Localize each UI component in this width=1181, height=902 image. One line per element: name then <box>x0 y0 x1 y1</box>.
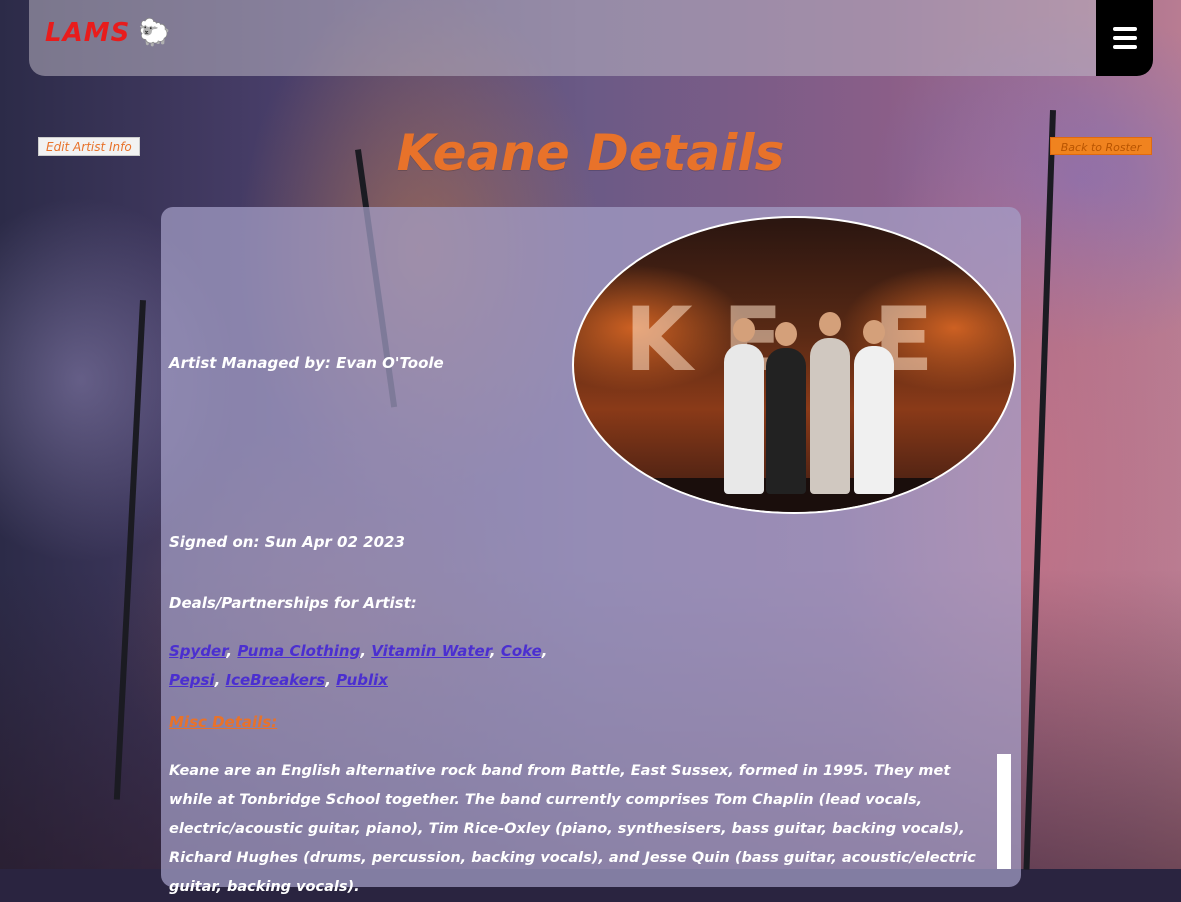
deal-link-coke[interactable]: Coke <box>501 642 542 660</box>
artist-photo: KE E <box>572 216 1016 514</box>
photo-band-member <box>724 318 764 494</box>
hamburger-menu-button[interactable] <box>1096 0 1153 76</box>
bio-scrollbar[interactable] <box>997 754 1011 869</box>
misc-details-link[interactable]: Misc Details: <box>169 713 277 731</box>
deal-link-pepsi[interactable]: Pepsi <box>169 671 215 689</box>
deal-link-puma-clothing[interactable]: Puma Clothing <box>237 642 360 660</box>
deals-list: Spyder, Puma Clothing, Vitamin Water, Co… <box>169 642 548 689</box>
deal-link-vitamin-water[interactable]: Vitamin Water <box>371 642 490 660</box>
photo-band-member-head <box>775 322 797 346</box>
artist-manager: Artist Managed by: Evan O'Toole <box>169 354 444 372</box>
photo-band-member-head <box>863 320 885 344</box>
page-title: Keane Details <box>396 124 785 182</box>
sheep-icon: 🐑 <box>138 18 172 48</box>
deal-link-spyder[interactable]: Spyder <box>169 642 226 660</box>
deal-link-publix[interactable]: Publix <box>336 671 388 689</box>
top-navbar <box>29 0 1153 76</box>
photo-band-member-head <box>733 318 755 342</box>
hamburger-menu-icon <box>1112 27 1137 31</box>
brand-name: LAMS <box>45 18 131 48</box>
brand-logo[interactable]: LAMS 🐑 <box>45 18 172 48</box>
photo-band-member <box>810 312 850 494</box>
hamburger-menu-icon-bar <box>1112 45 1137 49</box>
photo-band-member <box>766 322 806 494</box>
photo-band-member-head <box>819 312 841 336</box>
photo-band-member <box>854 320 894 494</box>
deals-heading: Deals/Partnerships for Artist: <box>169 594 417 612</box>
artist-bio: Keane are an English alternative rock ba… <box>169 763 976 895</box>
hamburger-menu-icon-bar <box>1112 36 1137 40</box>
deal-link-icebreakers[interactable]: IceBreakers <box>226 671 326 689</box>
artist-signed-date: Signed on: Sun Apr 02 2023 <box>169 533 405 551</box>
